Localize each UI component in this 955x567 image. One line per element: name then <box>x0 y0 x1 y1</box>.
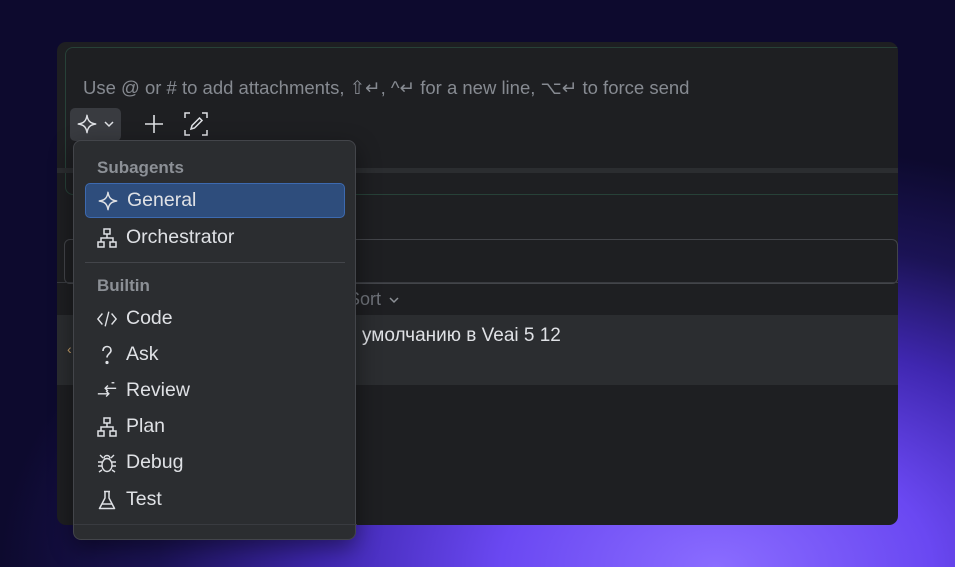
mode-dropdown-menu: Subagents General Orchestrator Builtin C… <box>73 140 357 540</box>
review-arrows-icon <box>96 380 118 402</box>
mode-selector-button[interactable] <box>70 107 121 141</box>
menu-divider <box>85 262 345 263</box>
menu-item-label: Test <box>126 488 162 510</box>
input-toolbar <box>70 106 211 142</box>
screenshot-button[interactable] <box>181 109 211 139</box>
menu-item-debug[interactable]: Debug <box>85 445 345 480</box>
menu-item-review[interactable]: Review <box>85 373 345 408</box>
chevron-down-icon <box>102 117 116 131</box>
menu-item-code[interactable]: Code <box>85 301 345 336</box>
chevron-down-icon <box>387 293 401 307</box>
sparkle-icon <box>97 190 119 212</box>
flask-icon <box>96 489 118 511</box>
row-marker-icon: ‹ <box>67 341 72 357</box>
menu-bottom-divider <box>74 524 357 525</box>
bug-icon <box>96 452 118 474</box>
menu-item-label: Debug <box>126 451 184 473</box>
menu-item-orchestrator[interactable]: Orchestrator <box>85 220 345 255</box>
menu-item-ask[interactable]: Ask <box>85 337 345 372</box>
menu-item-label: Ask <box>126 343 159 365</box>
code-icon <box>96 308 118 330</box>
menu-item-label: Code <box>126 307 173 329</box>
chat-input-placeholder[interactable]: Use @ or # to add attachments, ⇧↵, ^↵ fo… <box>83 77 689 99</box>
menu-item-label: General <box>127 189 197 211</box>
plus-icon <box>143 113 165 135</box>
hierarchy-icon <box>96 227 118 249</box>
question-icon <box>96 344 118 366</box>
section-title-builtin: Builtin <box>97 276 150 295</box>
menu-item-label: Review <box>126 379 190 401</box>
hierarchy-icon <box>96 416 118 438</box>
add-attachment-button[interactable] <box>139 109 169 139</box>
section-title-subagents: Subagents <box>97 158 184 177</box>
menu-item-test[interactable]: Test <box>85 482 345 517</box>
menu-item-label: Orchestrator <box>126 226 235 248</box>
list-item-text: умолчанию в Veai 5 12 <box>362 325 561 346</box>
menu-item-general[interactable]: General <box>85 183 345 218</box>
menu-item-plan[interactable]: Plan <box>85 409 345 444</box>
menu-item-label: Plan <box>126 415 166 437</box>
sparkle-icon <box>76 113 98 135</box>
screenshot-edit-icon <box>183 111 209 137</box>
